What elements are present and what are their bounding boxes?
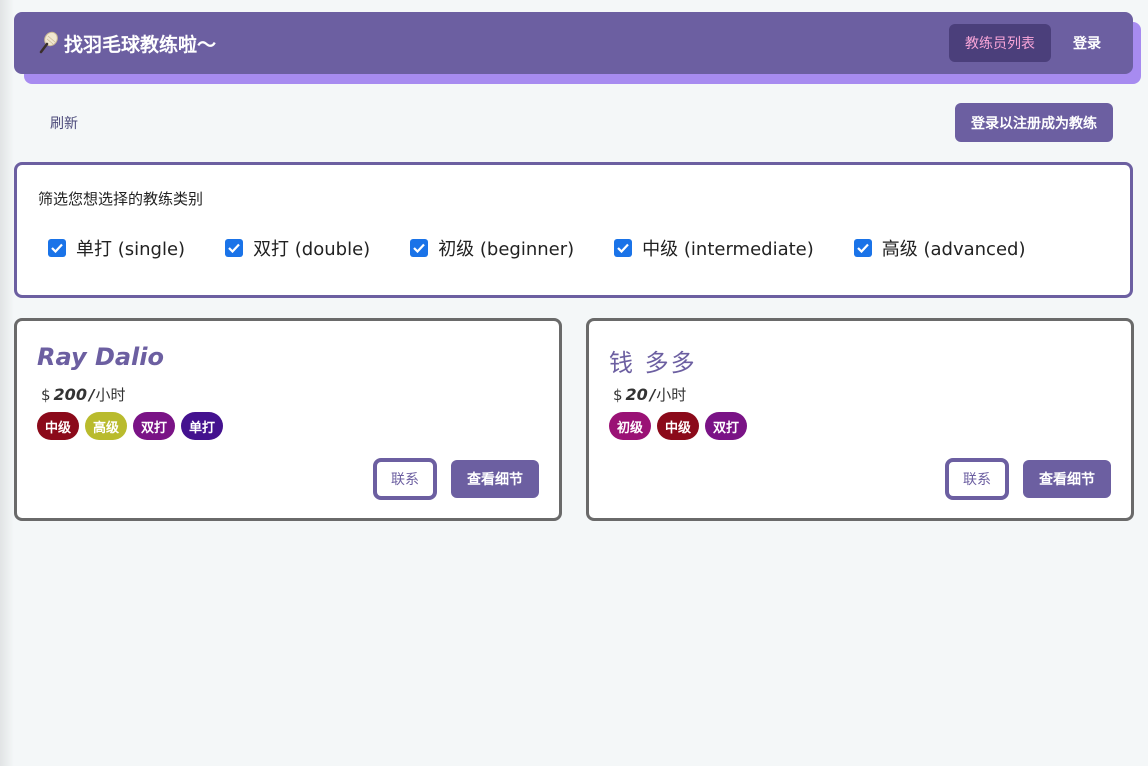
checkbox-checked-icon[interactable] (225, 239, 244, 257)
checkbox-checked-icon[interactable] (614, 239, 633, 257)
filter-option-beginner[interactable]: 初级 (beginner) (410, 235, 574, 261)
filter-option-label: 中级 (intermediate) (642, 239, 814, 260)
coach-tags: 中级 高级 双打 单打 (37, 412, 224, 440)
navbar: 找羽毛球教练啦～ 教练员列表 登录 (14, 12, 1141, 84)
checkbox-checked-icon[interactable] (853, 239, 872, 257)
coach-card: Ray Dalio $ 200 / 小时 中级 高级 双打 单打 联系 查看细节 (14, 318, 562, 521)
card-actions: 联系 查看细节 (373, 458, 539, 500)
price-unit: 小时 (95, 386, 126, 404)
price-separator: / (649, 386, 656, 404)
filter-option-label: 高级 (advanced) (881, 239, 1026, 260)
contact-button[interactable]: 联系 (945, 458, 1009, 500)
coach-price: $ 200 / 小时 (41, 384, 125, 405)
nav-coach-list-button[interactable]: 教练员列表 (949, 24, 1051, 62)
contact-button[interactable]: 联系 (373, 458, 437, 500)
tag-badge: 中级 (657, 412, 700, 440)
filter-option-label: 双打 (double) (253, 239, 371, 260)
tag-badge: 双打 (705, 412, 748, 440)
tag-badge: 单打 (181, 412, 224, 440)
view-details-button[interactable]: 查看细节 (451, 460, 539, 498)
tag-badge: 高级 (85, 412, 128, 440)
filter-option-label: 初级 (beginner) (438, 239, 575, 260)
brand-title: 找羽毛球教练啦～ (64, 33, 217, 56)
price-currency: $ (613, 386, 623, 404)
filter-option-single[interactable]: 单打 (single) (48, 235, 185, 261)
filter-option-label: 单打 (single) (76, 239, 186, 260)
coach-tags: 初级 中级 双打 (609, 412, 748, 440)
tag-badge: 初级 (609, 412, 652, 440)
badminton-racket-icon (36, 30, 62, 56)
left-edge-shadow (0, 0, 14, 766)
navbar-bar: 找羽毛球教练啦～ 教练员列表 登录 (14, 12, 1133, 74)
register-coach-button[interactable]: 登录以注册成为教练 (955, 103, 1113, 142)
filter-option-double[interactable]: 双打 (double) (225, 235, 370, 261)
card-actions: 联系 查看细节 (945, 458, 1111, 500)
nav-right: 教练员列表 登录 (949, 24, 1117, 62)
filter-option-intermediate[interactable]: 中级 (intermediate) (614, 235, 814, 261)
filter-title: 筛选您想选择的教练类别 (38, 190, 204, 208)
filter-panel: 筛选您想选择的教练类别 单打 (single) 双打 (double) 初级 (… (14, 162, 1133, 298)
tag-badge: 双打 (133, 412, 176, 440)
tag-badge: 中级 (37, 412, 80, 440)
price-amount: 200 (53, 385, 87, 404)
coach-price: $ 20 / 小时 (613, 384, 686, 405)
price-separator: / (88, 386, 95, 404)
filter-options: 单打 (single) 双打 (double) 初级 (beginner) 中级… (48, 235, 1065, 261)
coach-name: 钱 多多 (609, 349, 697, 377)
price-amount: 20 (625, 385, 648, 404)
refresh-link[interactable]: 刷新 (50, 113, 78, 133)
checkbox-checked-icon[interactable] (410, 239, 429, 257)
coach-name: Ray Dalio (37, 343, 164, 371)
coach-card: 钱 多多 $ 20 / 小时 初级 中级 双打 联系 查看细节 (586, 318, 1134, 521)
filter-option-advanced[interactable]: 高级 (advanced) (853, 235, 1026, 261)
checkbox-checked-icon[interactable] (48, 239, 66, 257)
view-details-button[interactable]: 查看细节 (1023, 460, 1111, 498)
price-currency: $ (41, 386, 51, 404)
price-unit: 小时 (656, 386, 687, 404)
brand[interactable]: 找羽毛球教练啦～ (36, 30, 216, 57)
nav-login-button[interactable]: 登录 (1057, 24, 1117, 62)
